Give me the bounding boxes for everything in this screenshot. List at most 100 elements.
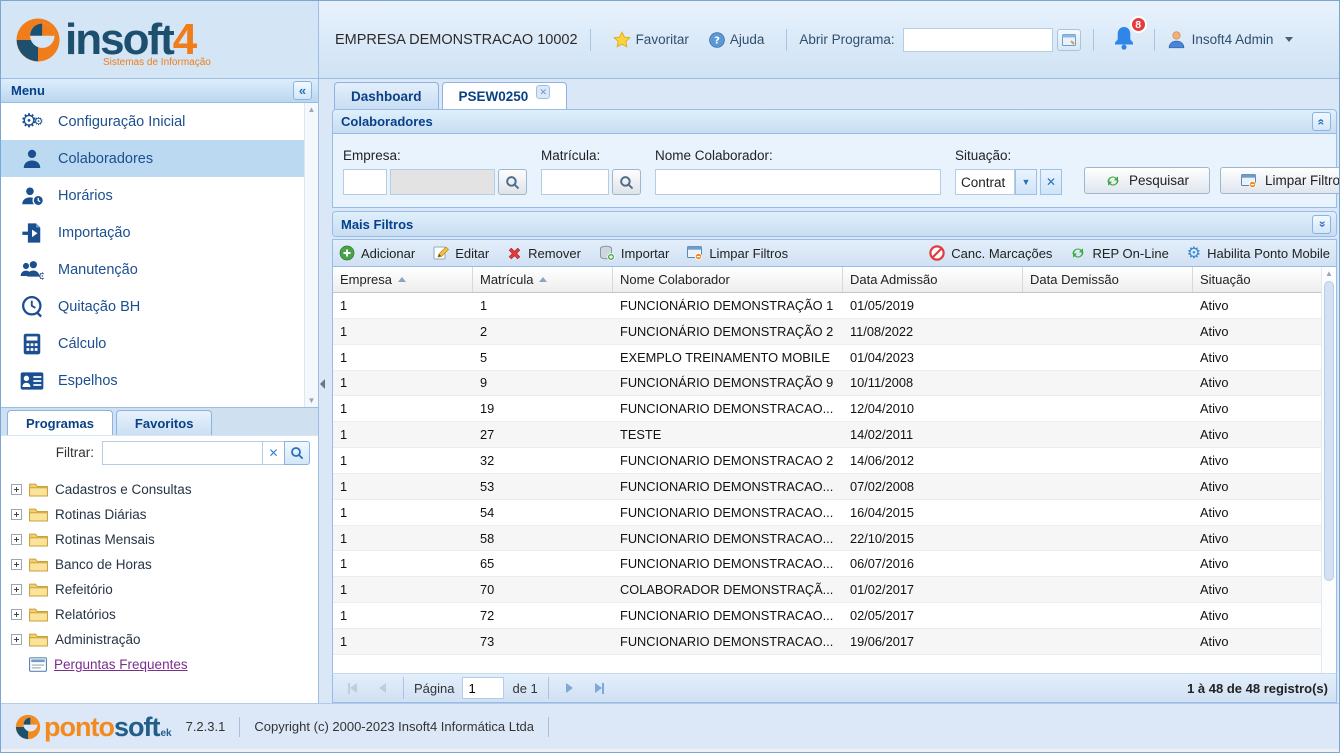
adicionar-button[interactable]: Adicionar [339,245,415,261]
sidebar-splitter[interactable] [319,79,330,703]
expand-icon[interactable] [11,584,22,595]
tree-item-rotinas-diarias[interactable]: Rotinas Diárias [11,502,318,527]
collapse-panel-button[interactable]: « [1312,112,1331,131]
habilita-ponto-mobile-button[interactable]: ⚙ Habilita Ponto Mobile [1187,245,1330,261]
importar-button[interactable]: Importar [599,245,669,261]
close-tab-icon[interactable]: ✕ [536,85,550,99]
program-lookup-button[interactable] [1057,29,1081,51]
combo-clear-icon[interactable]: ✕ [1040,169,1062,195]
cell-empresa: 1 [333,371,473,396]
table-row[interactable]: 1 65 FUNCIONARIO DEMONSTRACAO... 06/07/2… [333,551,1336,577]
prev-page-button[interactable] [371,677,393,699]
table-row[interactable]: 1 2 FUNCIONÁRIO DEMONSTRAÇÃO 2 11/08/202… [333,319,1336,345]
tree-item-cadastros[interactable]: Cadastros e Consultas [11,477,318,502]
tab-programas[interactable]: Programas [7,410,113,435]
clear-filter-icon[interactable]: ✕ [262,441,284,465]
tree-item-refeitorio[interactable]: Refeitório [11,577,318,602]
tree-item-rotinas-mensais[interactable]: Rotinas Mensais [11,527,318,552]
matricula-input[interactable] [541,169,609,195]
remover-button[interactable]: Remover [507,246,581,261]
table-row[interactable]: 1 1 FUNCIONÁRIO DEMONSTRAÇÃO 1 01/05/201… [333,293,1336,319]
limpar-filtros-button[interactable]: Limpar Filtros [1220,167,1339,194]
user-menu[interactable]: Insoft4 Admin [1167,30,1294,49]
pesquisar-button[interactable]: Pesquisar [1084,167,1210,194]
notifications-button[interactable]: 8 [1112,25,1136,54]
table-row[interactable]: 1 9 FUNCIONÁRIO DEMONSTRAÇÃO 9 10/11/200… [333,371,1336,397]
sidebar-item-manutencao[interactable]: ⚙ Manutenção [1,251,318,288]
cell-demissao [1023,345,1193,370]
table-row[interactable]: 1 27 TESTE 14/02/2011 Ativo [333,422,1336,448]
rep-online-button[interactable]: REP On-Line [1070,245,1168,261]
tree-item-banco-de-horas[interactable]: Banco de Horas [11,552,318,577]
first-page-button[interactable] [341,677,363,699]
tree-item-relatorios[interactable]: Relatórios [11,602,318,627]
nome-colaborador-input[interactable] [655,169,941,195]
page-input[interactable] [462,677,504,699]
sidebar-item-calculo[interactable]: Cálculo [1,325,318,362]
expand-icon[interactable] [11,534,22,545]
empresa-code-input[interactable] [343,169,387,195]
expand-panel-button[interactable]: « [1312,215,1331,234]
cell-admissao: 11/08/2022 [843,319,1023,344]
folder-icon [29,482,48,497]
help-button[interactable]: ? Ajuda [709,32,765,48]
menu-scrollbar[interactable]: ▲ ▼ [304,103,318,407]
column-data-admissao[interactable]: Data Admissão [843,267,1023,292]
column-empresa[interactable]: Empresa [333,267,473,292]
table-row[interactable]: 1 53 FUNCIONARIO DEMONSTRACAO... 07/02/2… [333,474,1336,500]
tree-filter-input[interactable] [102,441,262,465]
search-icon[interactable] [284,441,310,465]
empresa-lookup-button[interactable] [498,169,527,195]
cancelar-marcacoes-button[interactable]: Canc. Marcações [929,245,1052,261]
table-row[interactable]: 1 73 FUNCIONARIO DEMONSTRACAO... 19/06/2… [333,629,1336,655]
cell-nome: FUNCIONARIO DEMONSTRACAO... [613,396,843,421]
faq-icon [29,657,47,672]
cell-demissao [1023,551,1193,576]
splitter-collapse-icon[interactable] [320,379,325,389]
tab-psew0250[interactable]: PSEW0250 ✕ [442,82,568,109]
table-row[interactable]: 1 32 FUNCIONARIO DEMONSTRACAO 2 14/06/20… [333,448,1336,474]
sidebar-item-colaboradores[interactable]: Colaboradores [1,140,318,177]
table-row[interactable]: 1 58 FUNCIONARIO DEMONSTRACAO... 22/10/2… [333,526,1336,552]
column-data-demissao[interactable]: Data Demissão [1023,267,1193,292]
table-row[interactable]: 1 5 EXEMPLO TREINAMENTO MOBILE 01/04/202… [333,345,1336,371]
matricula-lookup-button[interactable] [612,169,641,195]
next-page-button[interactable] [559,677,581,699]
expand-icon[interactable] [11,509,22,520]
collapse-menu-button[interactable]: « [293,81,312,100]
mais-filtros-title: Mais Filtros [341,217,1312,232]
last-page-button[interactable] [589,677,611,699]
sidebar-item-quitacao-bh[interactable]: Quitação BH [1,288,318,325]
favorite-button[interactable]: Favoritar [613,31,689,49]
tab-dashboard[interactable]: Dashboard [334,82,439,109]
table-row[interactable]: 1 72 FUNCIONARIO DEMONSTRACAO... 02/05/2… [333,603,1336,629]
column-matricula[interactable]: Matrícula [473,267,613,292]
editar-button[interactable]: Editar [433,245,489,261]
limpar-filtros-toolbar-button[interactable]: Limpar Filtros [687,246,788,261]
tree-item-perguntas-frequentes[interactable]: Perguntas Frequentes [11,652,318,677]
scrollbar-thumb[interactable] [1324,281,1334,581]
tree-item-administracao[interactable]: Administração [11,627,318,652]
expand-icon[interactable] [11,484,22,495]
sidebar-item-importacao[interactable]: Importação [1,214,318,251]
table-row[interactable]: 1 70 COLABORADOR DEMONSTRAÇÃ... 01/02/20… [333,577,1336,603]
expand-icon[interactable] [11,634,22,645]
combo-dropdown-icon[interactable]: ▼ [1015,169,1037,195]
open-program-input[interactable] [903,28,1053,52]
grid-scrollbar[interactable]: ▲ [1321,267,1336,673]
sidebar-item-horarios[interactable]: Horários [1,177,318,214]
table-row[interactable]: 1 19 FUNCIONARIO DEMONSTRACAO... 12/04/2… [333,396,1336,422]
scroll-up-icon[interactable]: ▲ [1322,269,1336,278]
column-situacao[interactable]: Situação [1193,267,1336,292]
expand-icon[interactable] [11,559,22,570]
expand-icon[interactable] [11,609,22,620]
nome-colaborador-label: Nome Colaborador: [655,148,941,163]
column-nome-colaborador[interactable]: Nome Colaborador [613,267,843,292]
situacao-combo[interactable]: Contrat ▼ ✕ [955,169,1062,195]
scroll-down-icon[interactable]: ▼ [308,396,316,405]
sidebar-item-espelhos[interactable]: Espelhos [1,362,318,399]
scroll-up-icon[interactable]: ▲ [308,105,316,114]
sidebar-item-configuracao-inicial[interactable]: ⚙⚙ Configuração Inicial [1,103,318,140]
tab-favoritos[interactable]: Favoritos [116,410,213,435]
table-row[interactable]: 1 54 FUNCIONARIO DEMONSTRACAO... 16/04/2… [333,500,1336,526]
